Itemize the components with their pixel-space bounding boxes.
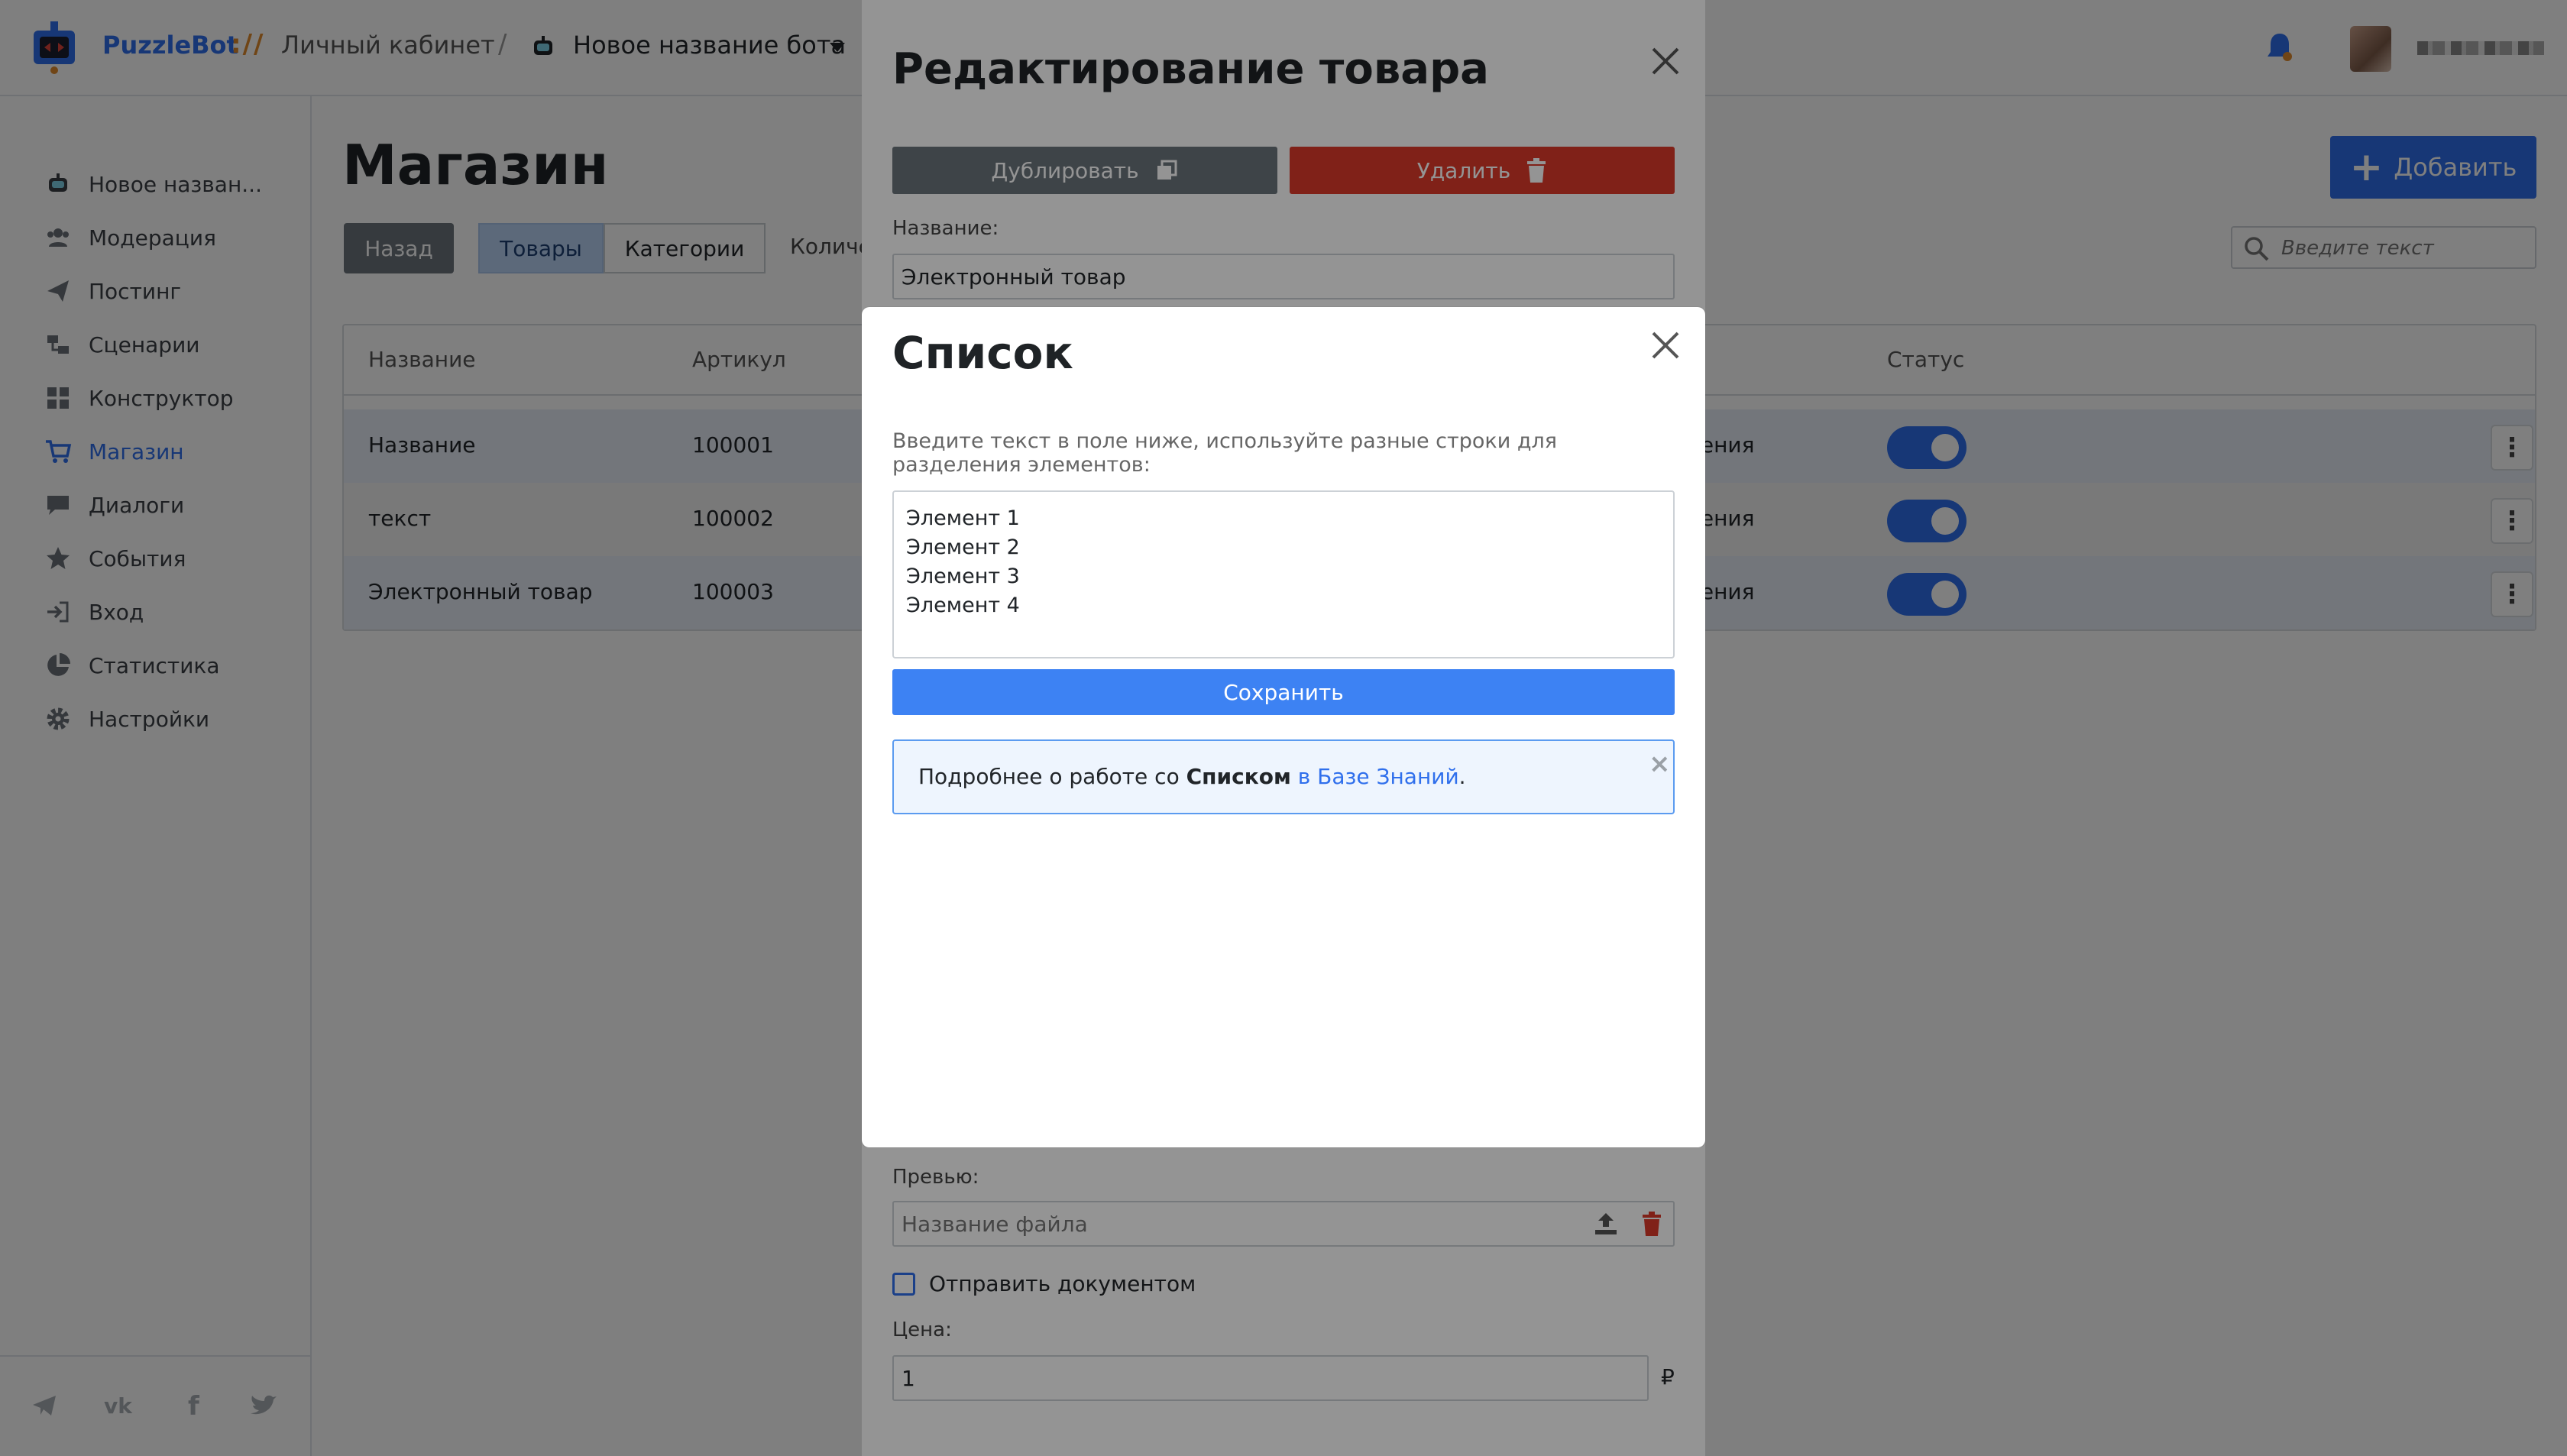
info-bold: Списком: [1186, 764, 1291, 789]
info-suffix: .: [1458, 764, 1466, 789]
info-prefix: Подробнее о работе со: [918, 764, 1186, 789]
knowledge-base-link[interactable]: в Базе Знаний: [1298, 764, 1459, 789]
list-modal-title: Список: [892, 327, 1073, 379]
close-icon[interactable]: ×: [1649, 749, 1671, 779]
list-modal: Список Введите текст в поле ниже, исполь…: [862, 307, 1705, 1147]
info-alert: Подробнее о работе со Списком в Базе Зна…: [892, 739, 1675, 814]
list-textarea[interactable]: [892, 490, 1675, 658]
list-hint: Введите текст в поле ниже, используйте р…: [892, 429, 1557, 477]
info-text: Подробнее о работе со Списком в Базе Зна…: [918, 764, 1466, 789]
close-icon[interactable]: [1650, 330, 1681, 361]
save-button[interactable]: Сохранить: [892, 669, 1675, 715]
